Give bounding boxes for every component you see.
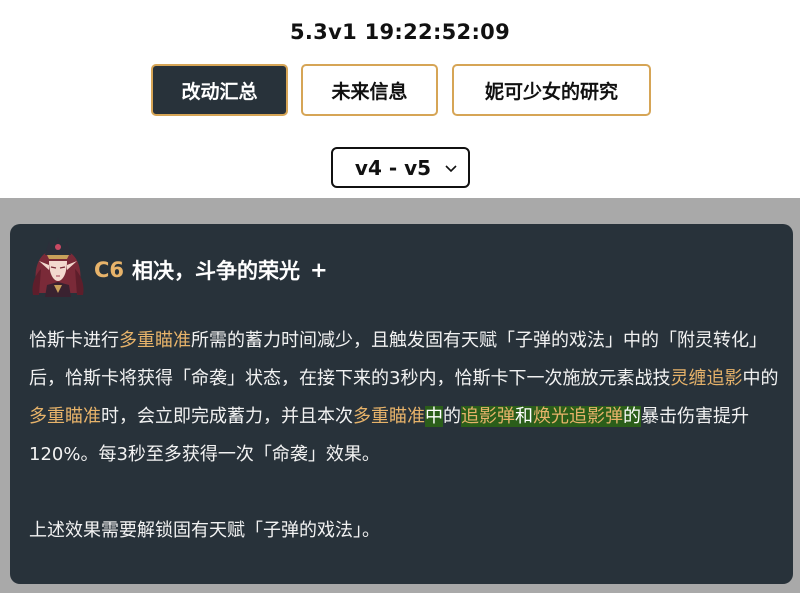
highlight-changed: 中 [425, 406, 443, 427]
constellation-description: 恰斯卡进行多重瞄准所需的蓄力时间减少，且触发固有天赋「子弹的戏法」中的「附灵转化… [29, 322, 781, 550]
constellation-title: 相决，斗争的荣光 [132, 259, 301, 283]
desc-text: 中的 [742, 368, 779, 389]
constellation-level: C6 [94, 258, 125, 282]
keyword-shining-shadowhunt-shell: 焕光追影弹 [533, 406, 623, 427]
expand-toggle[interactable]: + [310, 258, 328, 282]
version-range-select[interactable]: v4 - v5 [331, 147, 470, 188]
constellation-card: C6 相决，斗争的荣光 + 恰斯卡进行多重瞄准所需的蓄力时间减少，且触发固有天赋… [10, 224, 793, 584]
changes-summary-button[interactable]: 改动汇总 [151, 64, 288, 116]
keyword-skill: 灵缠追影 [670, 368, 743, 389]
keyword-multi-aim: 多重瞄准 [29, 406, 101, 427]
chevron-down-icon [445, 165, 457, 173]
keyword-shadowhunt-shell: 追影弹 [461, 406, 515, 427]
highlight-changed: 和 [515, 406, 533, 427]
desc-text: 恰斯卡进行 [29, 330, 119, 351]
unlock-requirement: 上述效果需要解锁固有天赋「子弹的戏法」。 [29, 520, 380, 541]
content-area: C6 相决，斗争的荣光 + 恰斯卡进行多重瞄准所需的蓄力时间减少，且触发固有天赋… [0, 198, 800, 593]
highlight-changed: 的 [623, 406, 641, 427]
keyword-multi-aim: 多重瞄准 [353, 406, 425, 427]
desc-text: 的 [443, 406, 461, 427]
future-info-button[interactable]: 未来信息 [301, 64, 438, 116]
card-header: C6 相决，斗争的荣光 + [94, 255, 328, 285]
desc-text: 时，会立即完成蓄力，并且本次 [101, 406, 353, 427]
description-paragraph: 恰斯卡进行多重瞄准所需的蓄力时间减少，且触发固有天赋「子弹的戏法」中的「附灵转化… [29, 322, 781, 474]
version-range-value: v4 - v5 [354, 155, 432, 180]
version-timestamp: 5.3v1 19:22:52:09 [289, 20, 510, 44]
keyword-multi-aim: 多重瞄准 [119, 330, 191, 351]
top-section: 5.3v1 19:22:52:09 改动汇总 未来信息 妮可少女的研究 v4 -… [0, 0, 800, 198]
research-button[interactable]: 妮可少女的研究 [452, 64, 651, 116]
character-avatar [32, 237, 84, 297]
